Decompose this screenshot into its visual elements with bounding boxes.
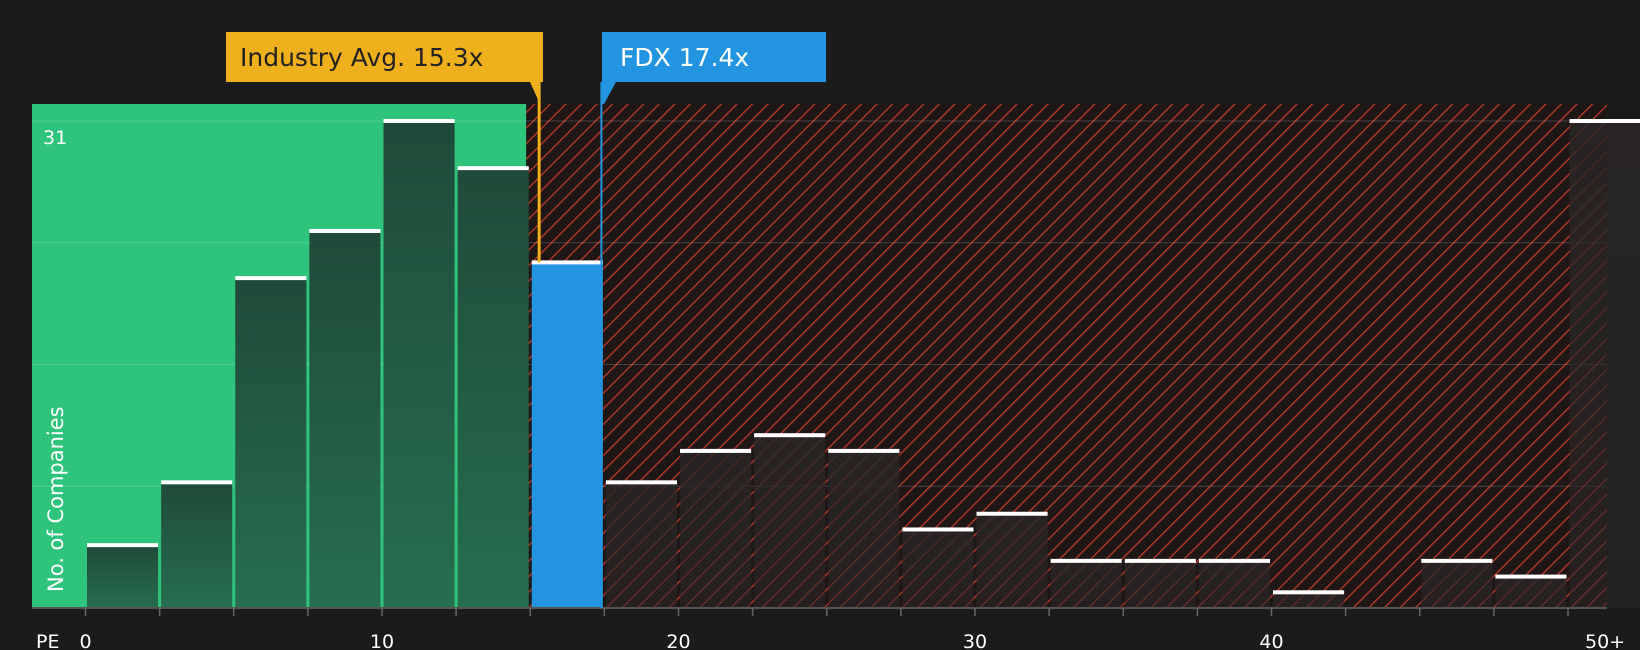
bar xyxy=(87,545,159,608)
bar xyxy=(976,513,1048,608)
bar xyxy=(1198,560,1270,608)
company-label: FDX 17.4x xyxy=(620,43,749,72)
x-tick-label: 30 xyxy=(963,631,987,650)
bar-cap xyxy=(828,448,900,453)
bar xyxy=(161,482,233,608)
bar-cap xyxy=(235,276,307,281)
bar-cap xyxy=(1273,590,1345,595)
bar-cap xyxy=(1569,119,1640,123)
bar-cap xyxy=(1421,558,1493,563)
bar-cap xyxy=(383,119,455,123)
bar-cap xyxy=(531,260,603,265)
company-badge: FDX 17.4x xyxy=(602,32,826,104)
bar xyxy=(383,121,455,608)
industry-average-badge: Industry Avg. 15.3x xyxy=(226,32,543,104)
bar xyxy=(1273,592,1345,608)
bar-cap xyxy=(754,433,826,438)
bar xyxy=(754,435,826,608)
bar xyxy=(605,482,677,608)
bar xyxy=(1421,560,1493,608)
bar-cap xyxy=(161,480,233,485)
bar xyxy=(1495,576,1567,608)
bar-cap xyxy=(902,527,974,532)
bar-cap xyxy=(87,543,159,548)
bar-cap xyxy=(605,480,677,485)
bar-cap xyxy=(1050,558,1122,563)
bar xyxy=(235,278,307,608)
bar-cap xyxy=(457,166,529,171)
bar xyxy=(828,450,900,608)
bar xyxy=(1050,560,1122,608)
y-max-label: 31 xyxy=(43,127,67,149)
x-tick-label: 0 xyxy=(79,631,91,650)
bar xyxy=(680,450,752,608)
bar xyxy=(1124,560,1196,608)
x-axis-label: PE xyxy=(36,631,59,650)
bar-cap xyxy=(1198,558,1270,563)
x-tick-label: 20 xyxy=(666,631,690,650)
bar xyxy=(457,168,529,608)
bar xyxy=(309,230,381,608)
industry-average-label: Industry Avg. 15.3x xyxy=(240,43,483,72)
bar-cap xyxy=(976,511,1048,516)
x-axis: 0 10 20 30 40 50+ xyxy=(32,607,1625,650)
pe-distribution-chart: 0 10 20 30 40 50+ 31 No. of Companies PE Indu… xyxy=(32,32,1640,650)
bar-cap xyxy=(1124,558,1196,563)
bar-cap xyxy=(680,448,752,453)
x-tick-label: 10 xyxy=(370,631,394,650)
bar-cap xyxy=(1495,574,1567,579)
bar xyxy=(902,529,974,608)
bar xyxy=(1569,121,1640,608)
bar-cap xyxy=(309,228,381,233)
x-tick-label: 40 xyxy=(1259,631,1283,650)
y-axis-label: No. of Companies xyxy=(44,406,68,592)
x-tick-label: 50+ xyxy=(1585,631,1625,650)
bar xyxy=(531,262,603,608)
